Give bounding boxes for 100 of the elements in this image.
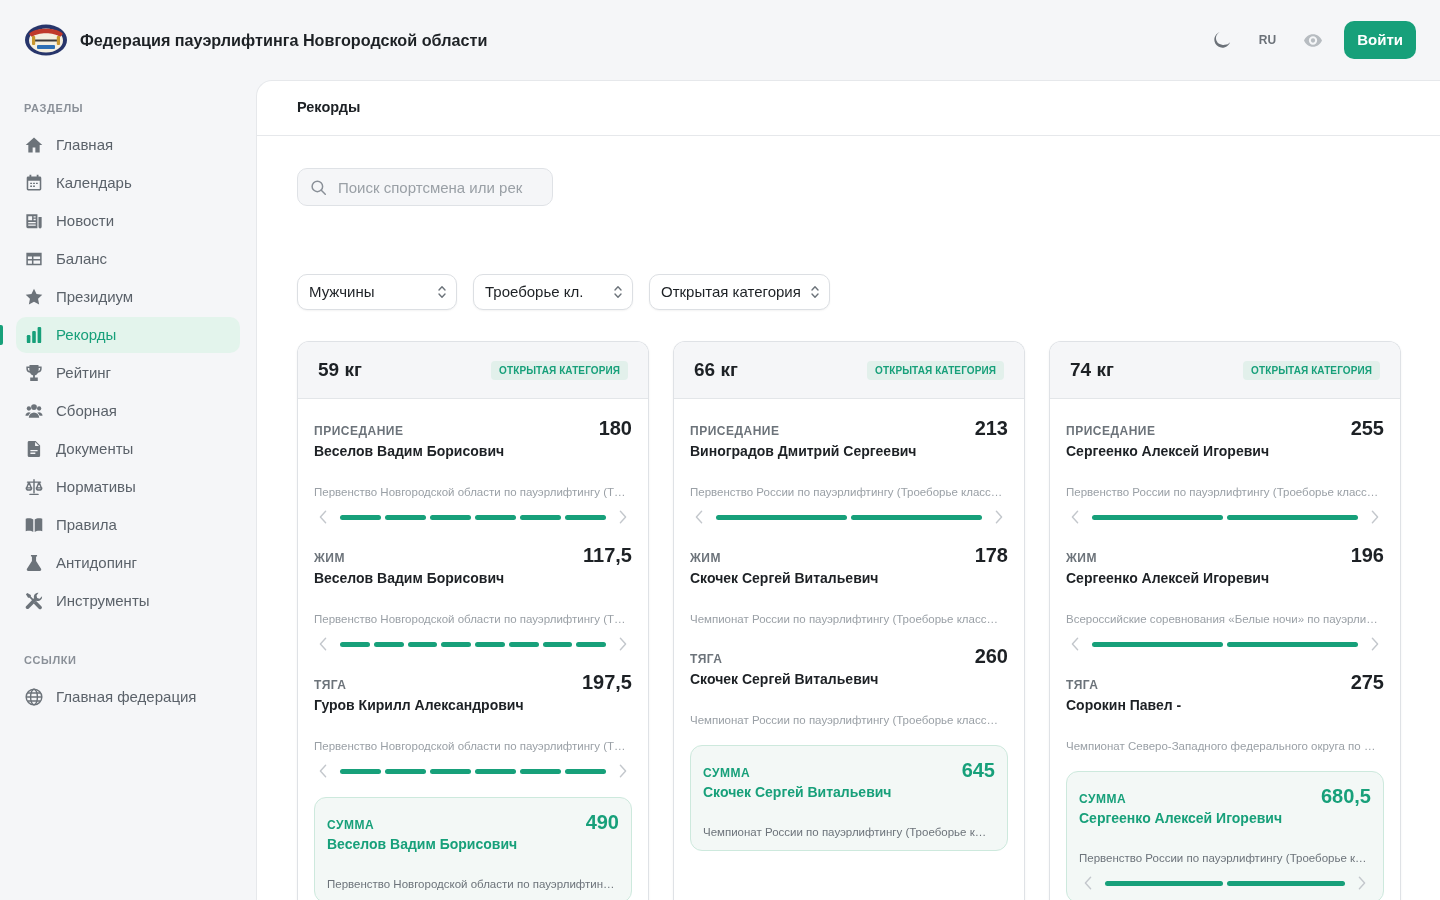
- slide-indicator[interactable]: [373, 641, 404, 647]
- updown-chevron-icon: [810, 285, 819, 299]
- slide-indicator[interactable]: [340, 641, 370, 647]
- slide-indicator[interactable]: [542, 641, 573, 647]
- slide-indicator[interactable]: [1092, 641, 1223, 647]
- total-value: 680,5: [1320, 784, 1371, 808]
- slide-indicator[interactable]: [520, 514, 561, 520]
- slide-indicator[interactable]: [430, 514, 471, 520]
- slide-indicator[interactable]: [508, 641, 539, 647]
- athlete-name: Скочек Сергей Витальевич: [690, 670, 880, 689]
- athlete-name: Веселов Вадим Борисович: [327, 835, 519, 854]
- sidebar-item[interactable]: Календарь: [16, 165, 240, 201]
- slide-indicator[interactable]: [475, 768, 516, 774]
- slide-indicator[interactable]: [576, 641, 606, 647]
- slide-indicator[interactable]: [475, 514, 516, 520]
- trophy-icon: [25, 364, 43, 382]
- lift-label: ТЯГА: [690, 652, 723, 666]
- competition-name: Чемпионат России по пауэрлифтингу (Троеборье к…: [703, 825, 988, 839]
- chevron-left-icon[interactable]: [319, 637, 327, 651]
- slide-indicator[interactable]: [565, 768, 606, 774]
- competition-name: Первенство Новгородской области по пауэрлифтингу (Т…: [314, 612, 627, 626]
- chevron-left-icon[interactable]: [319, 510, 327, 524]
- slide-indicator[interactable]: [385, 514, 426, 520]
- lift-label: ПРИСЕДАНИЕ: [1066, 424, 1156, 438]
- globe-icon: [25, 688, 43, 706]
- page-title: Рекорды: [297, 98, 361, 118]
- category-badge: ОТКРЫТАЯ КАТЕГОРИЯ: [491, 360, 628, 380]
- lift-label: ЖИМ: [314, 551, 345, 565]
- competition-name: Первенство Новгородской области по пауэрлифтингу (Т…: [314, 739, 627, 753]
- weight-class-title: 59 кг: [318, 358, 362, 382]
- record-value: 196: [1350, 543, 1384, 567]
- athlete-name: Виноградов Дмитрий Сергеевич: [690, 442, 918, 461]
- athlete-name: Скочек Сергей Витальевич: [690, 569, 880, 588]
- updown-chevron-icon: [438, 285, 446, 299]
- chevron-left-icon[interactable]: [1071, 637, 1079, 651]
- record-value: 117,5: [583, 543, 632, 567]
- athlete-name: Сергеенко Алексей Игоревич: [1066, 442, 1270, 461]
- slide-indicator[interactable]: [1227, 641, 1358, 647]
- document-icon: [25, 440, 43, 458]
- athlete-name: Скочек Сергей Витальевич: [703, 783, 893, 802]
- section-heading: ССЫЛКИ: [23, 653, 78, 667]
- slide-indicator[interactable]: [1092, 514, 1223, 520]
- moon-icon[interactable]: [1212, 31, 1231, 49]
- lift-label: ЖИМ: [690, 551, 721, 565]
- slide-indicator[interactable]: [340, 768, 381, 774]
- filter-select[interactable]: Мужчины: [297, 274, 457, 310]
- filter-select[interactable]: Открытая категория: [649, 274, 830, 310]
- slide-indicator[interactable]: [716, 514, 847, 520]
- eye-icon[interactable]: [1304, 33, 1323, 47]
- sidebar-item[interactable]: Сборная: [16, 393, 240, 429]
- sidebar-item[interactable]: Новости: [16, 203, 240, 239]
- chevron-left-icon[interactable]: [319, 764, 327, 778]
- slide-indicator[interactable]: [385, 768, 426, 774]
- chevron-right-icon[interactable]: [1371, 637, 1379, 651]
- chevron-right-icon[interactable]: [1371, 510, 1379, 524]
- slide-indicator[interactable]: [1105, 880, 1223, 886]
- language-button[interactable]: RU: [1258, 32, 1277, 48]
- emblem-icon: [24, 24, 68, 56]
- slide-indicator[interactable]: [475, 641, 505, 647]
- sidebar-item[interactable]: Баланс: [16, 241, 240, 277]
- bar-chart-icon: [25, 326, 43, 344]
- search-field[interactable]: Поиск спортсмена или рек: [297, 168, 553, 206]
- chevron-right-icon[interactable]: [619, 637, 627, 651]
- slide-indicator[interactable]: [565, 514, 606, 520]
- slide-indicator[interactable]: [520, 768, 561, 774]
- slide-indicator[interactable]: [851, 514, 982, 520]
- record-value: 180: [598, 416, 632, 440]
- sidebar-item[interactable]: Главная федерация: [16, 679, 240, 715]
- lift-label: ТЯГА: [1066, 678, 1099, 692]
- star-icon: [25, 288, 43, 306]
- slide-indicator[interactable]: [1227, 880, 1345, 886]
- record-value: 260: [974, 644, 1008, 668]
- sidebar-item[interactable]: Главная: [16, 127, 240, 163]
- chevron-right-icon[interactable]: [995, 510, 1003, 524]
- sidebar-item[interactable]: Антидопинг: [16, 545, 240, 581]
- filter-select[interactable]: Троеборье кл.: [473, 274, 633, 310]
- competition-name: Чемпионат России по пауэрлифтингу (Троеборье класс…: [690, 713, 999, 727]
- competition-name: Первенство Новгородской области по пауэрлифтингу (Т…: [314, 485, 627, 499]
- chevron-left-icon[interactable]: [695, 510, 703, 524]
- sidebar-item[interactable]: Инструменты: [16, 583, 240, 619]
- competition-name: Первенство России по пауэрлифтингу (Троеборье класс…: [1066, 485, 1380, 499]
- slide-indicator[interactable]: [430, 768, 471, 774]
- weight-class-title: 74 кг: [1070, 358, 1114, 382]
- sidebar-item[interactable]: Документы: [16, 431, 240, 467]
- sidebar-item[interactable]: Президиум: [16, 279, 240, 315]
- slide-indicator[interactable]: [441, 641, 471, 647]
- slide-indicator[interactable]: [1227, 514, 1358, 520]
- chevron-left-icon[interactable]: [1071, 510, 1079, 524]
- sidebar-item[interactable]: Нормативы: [16, 469, 240, 505]
- chevron-right-icon[interactable]: [619, 510, 627, 524]
- athlete-name: Сергеенко Алексей Игоревич: [1066, 569, 1270, 588]
- login-button[interactable]: Войти: [1344, 21, 1416, 59]
- athlete-name: Веселов Вадим Борисович: [314, 442, 506, 461]
- chevron-right-icon[interactable]: [619, 764, 627, 778]
- sidebar-item[interactable]: Рейтинг: [16, 355, 240, 391]
- competition-name: Первенство России по пауэрлифтингу (Троеборье к…: [1079, 851, 1368, 865]
- slide-indicator[interactable]: [340, 514, 381, 520]
- slide-indicator[interactable]: [407, 641, 438, 647]
- sidebar-item[interactable]: Правила: [16, 507, 240, 543]
- newspaper-icon: [25, 212, 43, 230]
